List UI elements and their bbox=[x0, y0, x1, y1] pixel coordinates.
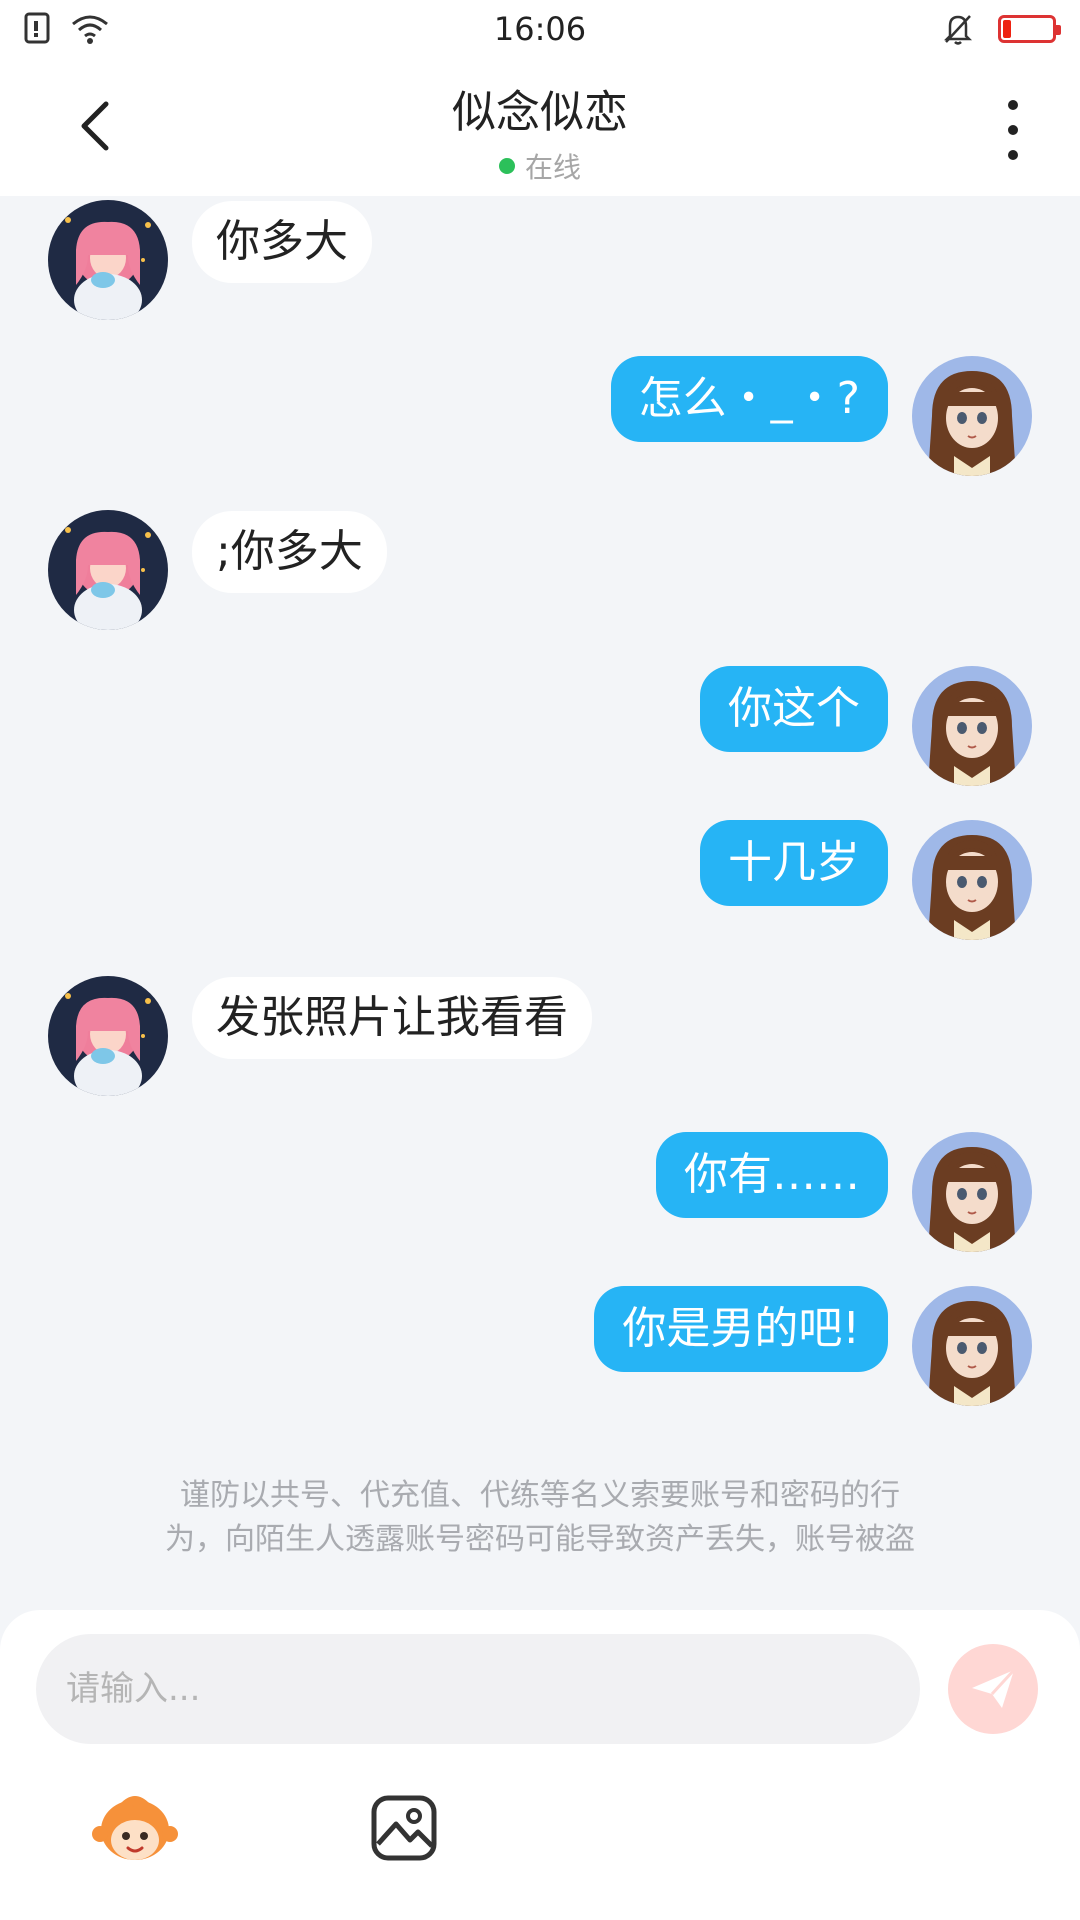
contact-avatar[interactable] bbox=[48, 200, 168, 320]
status-bar: 16:06 bbox=[0, 0, 1080, 58]
message-bubble-outgoing[interactable]: 十几岁 bbox=[700, 820, 888, 906]
contact-avatar[interactable] bbox=[48, 976, 168, 1096]
message-bubble-incoming[interactable]: ;你多大 bbox=[192, 511, 387, 593]
my-avatar[interactable] bbox=[912, 1132, 1032, 1252]
message-input[interactable] bbox=[36, 1634, 920, 1744]
online-status-text: 在线 bbox=[524, 151, 581, 184]
message-row: 你多大 bbox=[48, 200, 372, 320]
online-dot-icon bbox=[498, 158, 515, 174]
message-bubble-incoming[interactable]: 你多大 bbox=[192, 201, 372, 283]
message-row: 你有…… bbox=[656, 1132, 1032, 1252]
message-row: 发张照片让我看看 bbox=[48, 976, 592, 1096]
chat-title: 似念似恋 bbox=[452, 87, 628, 138]
monkey-emoji-icon bbox=[92, 1796, 178, 1860]
image-icon bbox=[371, 1795, 437, 1861]
message-bubble-outgoing[interactable]: 你这个 bbox=[700, 666, 888, 752]
my-avatar[interactable] bbox=[912, 666, 1032, 786]
message-row: 你是男的吧! bbox=[594, 1286, 1032, 1406]
message-row: 你这个 bbox=[700, 666, 1032, 786]
title-wrap: 似念似恋 在线 bbox=[0, 76, 1080, 186]
sticker-button[interactable] bbox=[92, 1790, 178, 1866]
send-button[interactable] bbox=[948, 1644, 1038, 1734]
online-status: 在线 bbox=[0, 146, 1080, 186]
composer bbox=[0, 1610, 1080, 1920]
my-avatar[interactable] bbox=[912, 820, 1032, 940]
my-avatar[interactable] bbox=[912, 1286, 1032, 1406]
message-row: ;你多大 bbox=[48, 510, 387, 630]
warning-line-1: 谨防以共号、代充值、代练等名义索要账号和密码的行 bbox=[180, 1478, 900, 1513]
image-button[interactable] bbox=[370, 1794, 438, 1862]
message-bubble-outgoing[interactable]: 你有…… bbox=[656, 1132, 888, 1218]
message-row: 怎么・_・? bbox=[610, 356, 1032, 476]
security-warning: 谨防以共号、代充值、代练等名义索要账号和密码的行 为，向陌生人透露账号密码可能导… bbox=[60, 1474, 1020, 1562]
more-options-button[interactable] bbox=[998, 100, 1028, 160]
chat-header: 似念似恋 在线 bbox=[0, 58, 1080, 196]
battery-icon bbox=[998, 15, 1061, 43]
status-time: 16:06 bbox=[493, 10, 587, 48]
my-avatar[interactable] bbox=[912, 356, 1032, 476]
message-bubble-outgoing[interactable]: 怎么・_・? bbox=[610, 356, 888, 442]
chat-screen: 16:06 似念似恋 在线 你多大 怎么・_・? ;你多大 你这个 十几岁 发张… bbox=[0, 0, 1080, 1920]
message-bubble-outgoing[interactable]: 你是男的吧! bbox=[594, 1286, 888, 1372]
send-icon bbox=[972, 1668, 1016, 1708]
message-bubble-incoming[interactable]: 发张照片让我看看 bbox=[192, 977, 592, 1059]
message-row: 十几岁 bbox=[700, 820, 1032, 940]
contact-avatar[interactable] bbox=[48, 510, 168, 630]
warning-line-2: 为，向陌生人透露账号密码可能导致资产丢失，账号被盗 bbox=[165, 1522, 915, 1557]
